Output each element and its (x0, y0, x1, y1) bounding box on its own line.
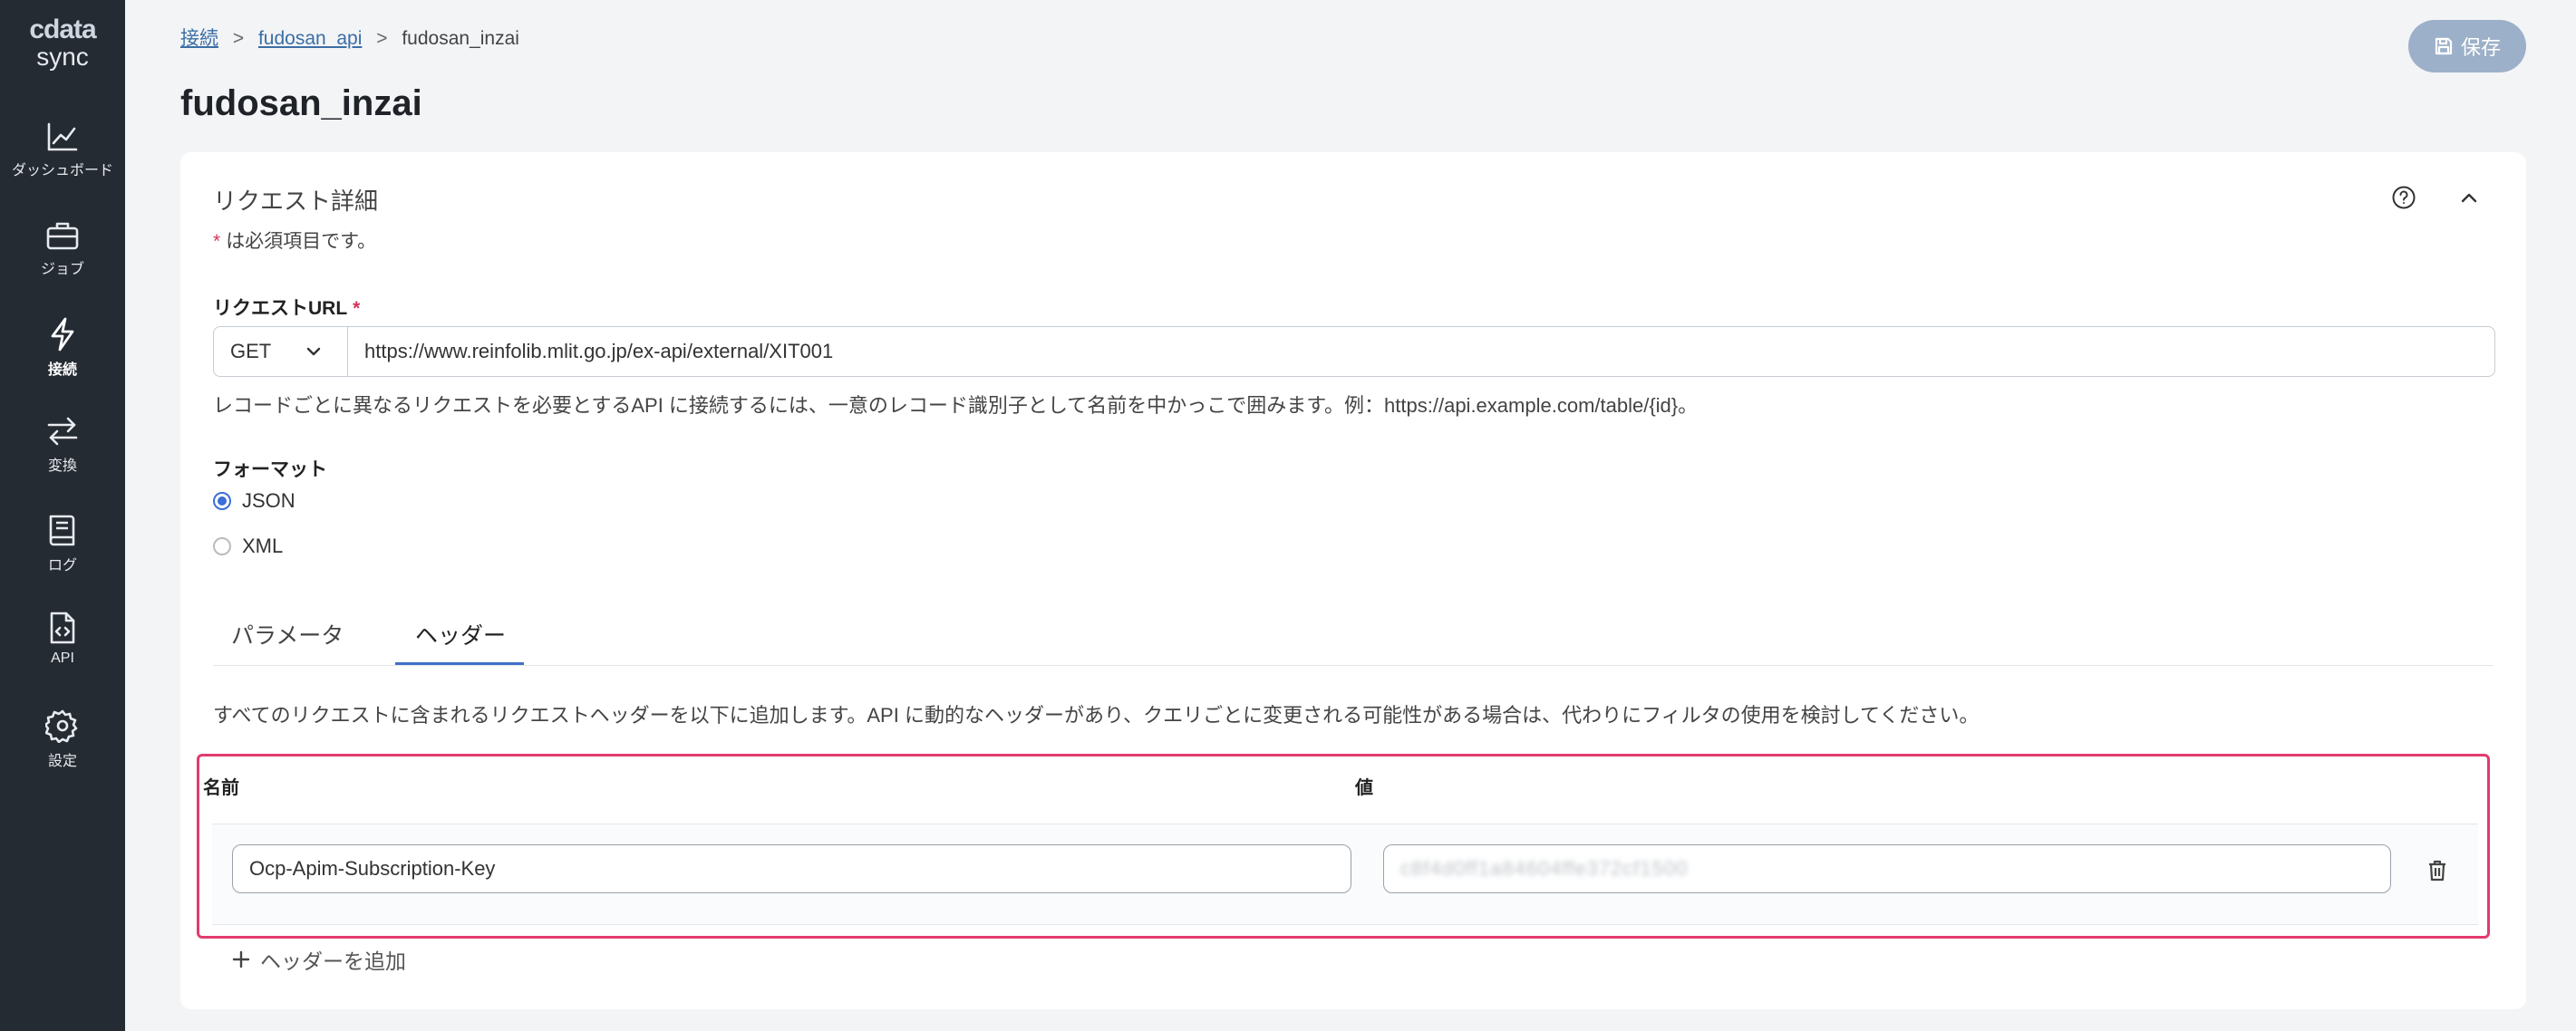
sidebar-item-jobs[interactable]: ジョブ (0, 220, 125, 278)
tab-parameters[interactable]: パラメータ (231, 618, 344, 650)
briefcase-icon (46, 222, 79, 250)
request-url-label-text: リクエストURL (213, 298, 348, 319)
url-input[interactable]: https://www.reinfolib.mlit.go.jp/ex-api/… (348, 327, 2494, 376)
section-title: リクエスト詳細 (213, 188, 379, 215)
sidebar-item-label: API (51, 650, 74, 666)
lightning-icon (51, 317, 74, 352)
logo-bottom: sync (36, 43, 89, 71)
format-option-label: XML (242, 535, 284, 557)
sidebar: cdata sync ダッシュボード ジョブ 接続 変換 ログ API 設定 (0, 0, 125, 1031)
format-option-xml[interactable]: XML (213, 535, 283, 558)
request-details-card: リクエスト詳細 * は必須項目です。 リクエストURL * GET https://… (180, 152, 2526, 1009)
format-label: フォーマット (213, 459, 327, 480)
sidebar-item-api[interactable]: API (0, 611, 125, 667)
save-button-label: 保存 (2460, 36, 2501, 59)
sidebar-item-transforms[interactable]: 変換 (0, 415, 125, 475)
page-title: fudosan_inzai (180, 83, 422, 123)
app-logo[interactable]: cdata sync (0, 16, 125, 71)
headers-table: 名前 値 Ocp-Apim-Subscription-Key c8f4d0ff1… (197, 754, 2490, 939)
chevron-down-icon (307, 347, 321, 356)
column-header-value: 値 (1355, 778, 1373, 798)
code-file-icon (50, 612, 75, 644)
required-star: * (213, 231, 221, 252)
sidebar-item-label: ログ (47, 558, 77, 573)
arrows-exchange-icon (47, 417, 78, 446)
help-icon[interactable] (2391, 185, 2416, 210)
table-row: Ocp-Apim-Subscription-Key c8f4d0ff1a8460… (212, 824, 2478, 925)
tab-headers[interactable]: ヘッダー (415, 618, 506, 650)
chart-line-icon (47, 122, 78, 151)
format-option-json[interactable]: JSON (213, 489, 295, 513)
breadcrumb: 接続 > fudosan_api > fudosan_inzai (180, 24, 519, 51)
trash-icon[interactable] (2427, 859, 2447, 882)
breadcrumb-link-fudosan-api[interactable]: fudosan_api (258, 28, 362, 49)
method-value: GET (230, 340, 272, 362)
sidebar-item-label: 設定 (47, 754, 77, 769)
plus-icon (232, 950, 250, 968)
sidebar-item-label: ジョブ (40, 262, 84, 277)
sidebar-item-label: 接続 (47, 362, 77, 378)
add-header-label: ヘッダーを追加 (260, 949, 406, 973)
headers-description: すべてのリクエストに含まれるリクエストヘッダーを以下に追加します。API に動的… (213, 704, 1980, 727)
format-option-label: JSON (242, 489, 295, 512)
radio-button-checked[interactable] (213, 492, 231, 510)
active-tab-indicator (395, 662, 524, 665)
request-url-field: GET https://www.reinfolib.mlit.go.jp/ex-… (213, 326, 2495, 377)
header-name-input[interactable]: Ocp-Apim-Subscription-Key (232, 844, 1351, 893)
logo-top: cdata (29, 14, 96, 44)
method-select[interactable]: GET (214, 327, 348, 376)
gear-icon (45, 709, 78, 743)
sidebar-item-label: ダッシュボード (11, 163, 113, 178)
sidebar-item-connections[interactable]: 接続 (0, 317, 125, 379)
column-header-name: 名前 (203, 778, 239, 798)
breadcrumb-current: fudosan_inzai (402, 28, 519, 49)
add-header-button[interactable]: ヘッダーを追加 (231, 944, 406, 975)
sidebar-item-logs[interactable]: ログ (0, 513, 125, 574)
radio-button[interactable] (213, 537, 231, 555)
header-value-masked: c8f4d0ff1a84604ffe372cf1500 (1400, 857, 1689, 880)
save-button[interactable]: 保存 (2408, 20, 2526, 72)
breadcrumb-link-connections[interactable]: 接続 (180, 28, 218, 49)
required-note: * は必須項目です。 (213, 226, 376, 254)
chevron-up-icon[interactable] (2456, 185, 2482, 210)
required-star: * (353, 298, 361, 319)
sidebar-item-label: 変換 (47, 458, 77, 474)
tab-bar: パラメータ ヘッダー (213, 605, 2494, 666)
breadcrumb-separator: > (376, 28, 388, 49)
book-icon (49, 515, 75, 546)
sidebar-item-settings[interactable]: 設定 (0, 708, 125, 770)
required-note-text: は必須項目です。 (226, 231, 377, 252)
url-help-text: レコードごとに異なるリクエストを必要とするAPI に接続するには、一意のレコード… (213, 394, 1699, 417)
request-url-label: リクエストURL * (213, 294, 360, 321)
sidebar-item-dashboard[interactable]: ダッシュボード (0, 121, 125, 179)
floppy-disk-icon (2435, 37, 2453, 55)
header-value-input[interactable]: c8f4d0ff1a84604ffe372cf1500 (1383, 844, 2391, 893)
breadcrumb-separator: > (232, 28, 245, 49)
